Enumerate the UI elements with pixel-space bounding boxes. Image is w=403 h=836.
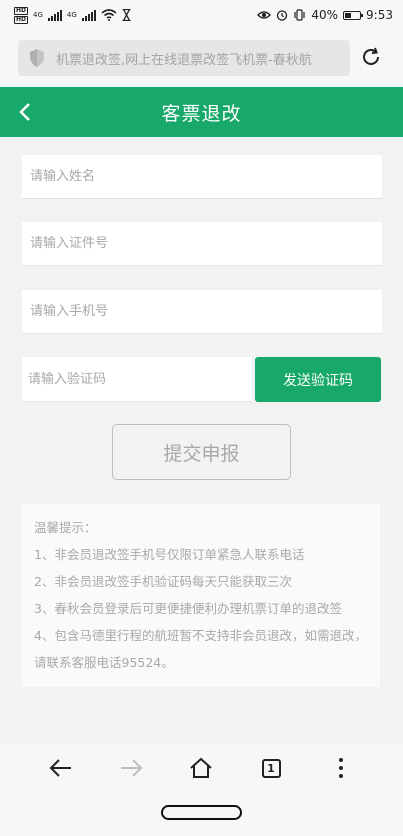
browser-back-button[interactable] <box>46 754 76 782</box>
alarm-icon <box>277 10 288 21</box>
browser-menu-button[interactable] <box>326 754 356 782</box>
system-nav-bar <box>0 792 403 836</box>
id-number-input[interactable] <box>30 236 382 251</box>
battery-percent: 40% <box>311 8 339 22</box>
url-text: 机票退改签,网上在线退票改签飞机票-春秋航 <box>56 52 312 68</box>
tip-item: 3、春秋会员登录后可更便捷便利办理机票订单的退改签 <box>34 601 342 616</box>
battery-icon <box>343 10 364 20</box>
signal-icon-2 <box>81 9 96 21</box>
hd-icon: HD HD <box>14 6 29 24</box>
back-icon <box>49 759 71 777</box>
eye-icon <box>257 11 272 19</box>
status-right: 40% 9:53 <box>257 8 393 22</box>
browser-toolbar: 1 <box>0 744 403 792</box>
name-field[interactable] <box>22 155 382 199</box>
submit-button[interactable]: 提交申报 <box>112 424 291 480</box>
tips-panel: 温馨提示： 1、非会员退改签手机号仅限订单紧急人联系电话 2、非会员退改签手机验… <box>22 504 380 687</box>
hourglass-icon <box>122 9 131 21</box>
network-4g-label-2: 4G <box>66 11 77 19</box>
tip-item: 1、非会员退改签手机号仅限订单紧急人联系电话 <box>34 547 305 562</box>
forward-icon <box>121 759 143 777</box>
clock: 9:53 <box>366 8 393 22</box>
status-bar: HD HD 4G 4G 40% 9:53 <box>0 0 403 30</box>
status-left: HD HD 4G 4G <box>14 6 131 24</box>
name-input[interactable] <box>30 169 382 184</box>
browser-forward-button[interactable] <box>116 754 146 782</box>
more-icon <box>339 758 343 778</box>
battery-fill <box>345 12 352 18</box>
url-bar[interactable]: 机票退改签,网上在线退票改签飞机票-春秋航 <box>18 40 350 76</box>
wifi-icon <box>101 9 117 21</box>
browser-address-area: 机票退改签,网上在线退票改签飞机票-春秋航 <box>0 30 403 87</box>
page-title: 客票退改 <box>161 102 242 125</box>
verification-code-field[interactable] <box>22 357 252 402</box>
tip-item: 2、非会员退改签手机验证码每天只能获取三次 <box>34 574 292 589</box>
hd-label-2: HD <box>14 15 29 24</box>
verification-code-input[interactable] <box>28 371 252 387</box>
phone-field[interactable] <box>22 290 382 334</box>
browser-home-button[interactable] <box>186 754 216 782</box>
tip-item: 4、包含马德里行程的航班暂不支持非会员退改，如需退改，请联系客服电话95524。 <box>34 628 367 670</box>
shield-icon <box>30 49 44 67</box>
vibrate-icon <box>294 9 305 21</box>
id-field[interactable] <box>22 222 382 266</box>
network-4g-label: 4G <box>33 11 43 19</box>
signal-icon <box>47 9 62 21</box>
browser-tabs-button[interactable]: 1 <box>256 754 286 782</box>
back-button[interactable] <box>12 99 38 125</box>
home-icon <box>190 757 212 778</box>
tips-heading: 温馨提示： <box>34 520 97 535</box>
hd-label: HD <box>14 6 29 15</box>
phone-input[interactable] <box>30 304 382 319</box>
send-code-button[interactable]: 发送验证码 <box>255 357 381 402</box>
back-arrow-icon <box>19 103 30 121</box>
refresh-icon <box>363 47 379 65</box>
tabs-icon: 1 <box>261 758 281 778</box>
home-gesture-bar[interactable] <box>161 805 242 820</box>
refresh-button[interactable] <box>360 46 382 68</box>
page-header: 客票退改 <box>0 87 403 137</box>
